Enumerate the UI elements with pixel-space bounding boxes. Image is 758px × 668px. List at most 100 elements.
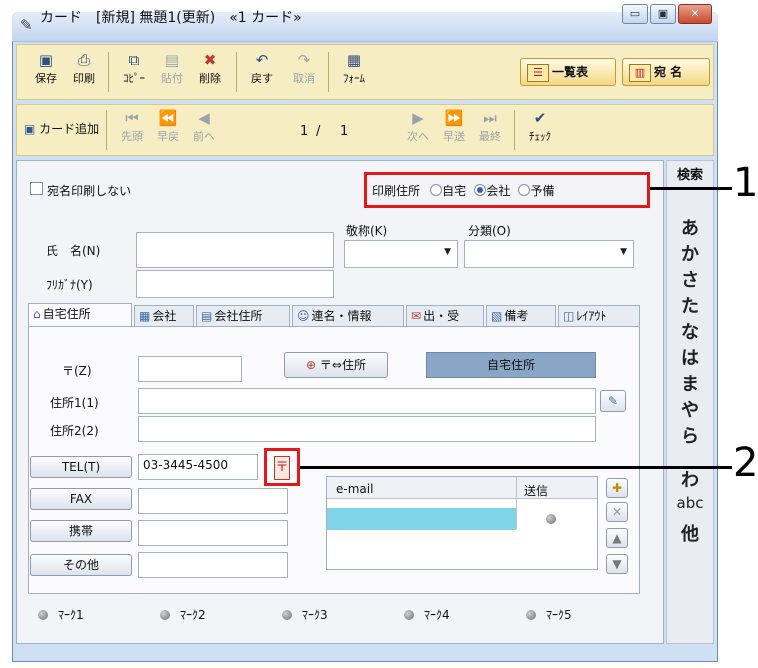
honorific-label: 敬称(K) <box>346 224 388 238</box>
delete-button[interactable]: ✖ 削除 <box>190 52 230 86</box>
tel-input[interactable]: 03-3445-4500 <box>138 454 258 480</box>
last-button[interactable]: ⏭ 最終 <box>470 110 510 144</box>
zip-label: 〒(Z) <box>62 364 92 378</box>
mark-dot-icon <box>282 610 292 620</box>
email-move-up-button[interactable]: ▲ <box>606 528 628 548</box>
building-icon: ▦ <box>139 309 151 323</box>
page-total: 1 <box>340 124 349 139</box>
address1-label: 住所1(1) <box>50 396 99 410</box>
restore-button[interactable]: ▣ <box>650 4 676 24</box>
add-card-button[interactable]: ▣ カード追加 <box>24 120 99 137</box>
list-view-button[interactable]: ☰ 一覧表 <box>520 58 616 86</box>
callout-1-line <box>650 187 732 190</box>
nav-separator <box>106 110 107 150</box>
fax-button[interactable]: FAX <box>30 488 132 510</box>
kana-index-sa[interactable]: さ <box>666 266 714 292</box>
kana-index-abc[interactable]: abc <box>666 494 714 512</box>
minimize-button[interactable]: ▭ <box>622 4 648 24</box>
tab-notes[interactable]: ▧ 備考 <box>486 305 556 327</box>
email-add-button[interactable]: ✚ <box>606 478 628 498</box>
honorific-select[interactable] <box>344 240 458 268</box>
save-button[interactable]: ▣ 保存 <box>26 52 66 86</box>
mobile-button[interactable]: 携帯 <box>30 520 132 542</box>
check-button[interactable]: ✔ ﾁｪｯｸ <box>520 110 560 144</box>
send-indicator-icon[interactable] <box>546 514 556 524</box>
search-index-button[interactable]: 検索 <box>666 164 714 183</box>
kana-index-wa[interactable]: わ <box>666 466 714 492</box>
kana-index-ya[interactable]: や <box>666 396 714 422</box>
delete-icon: ✖ <box>203 51 217 69</box>
paste-button[interactable]: ▤ 貼付 <box>152 52 192 86</box>
postbox-icon: ⊕ <box>306 358 317 372</box>
list-icon: ☰ <box>527 63 549 82</box>
other-button[interactable]: その他 <box>30 554 132 576</box>
zip-convert-button[interactable]: ⊕ 〒⇔住所 <box>284 352 388 378</box>
window-title: カード [新規] 無題1(更新) «1 カード» <box>40 10 302 26</box>
no-address-print-option[interactable]: 宛名印刷しない <box>30 182 131 199</box>
fax-input[interactable] <box>138 488 288 514</box>
fast-back-button[interactable]: ⏪ 早戻 <box>148 110 188 144</box>
email-move-down-button[interactable]: ▼ <box>606 554 628 574</box>
cancel-icon: ↷ <box>297 51 311 69</box>
print-button[interactable]: ⎙ 印刷 <box>64 52 104 86</box>
copy-button[interactable]: ⧉ ｺﾋﾟｰ <box>114 52 154 86</box>
category-select[interactable] <box>464 240 634 268</box>
toolbar-separator <box>236 52 237 92</box>
print-icon: ⎙ <box>77 51 90 69</box>
mark-5[interactable]: ﾏｰｸ5 <box>526 606 572 623</box>
furigana-label: ﾌﾘｶﾞﾅ(Y) <box>46 278 93 292</box>
fast-forward-icon: ⏩ <box>444 109 464 127</box>
mark-2[interactable]: ﾏｰｸ2 <box>160 606 206 623</box>
address-edit-button[interactable]: ✎ <box>600 390 626 412</box>
kana-index-ra[interactable]: ら <box>666 422 714 448</box>
mark-dot-icon <box>160 610 170 620</box>
no-address-print-checkbox[interactable] <box>30 182 43 195</box>
zip-input[interactable] <box>138 356 242 382</box>
x-icon: ✕ <box>611 505 623 519</box>
column-divider <box>516 477 517 529</box>
note-icon: ▧ <box>491 309 503 323</box>
mail-icon: ✉ <box>411 309 422 323</box>
tab-send-receive[interactable]: ✉ 出・受 <box>406 305 484 327</box>
prev-button[interactable]: ◀ 前へ <box>184 110 224 144</box>
close-button[interactable]: ✕ <box>678 4 712 24</box>
next-button[interactable]: ▶ 次へ <box>398 110 438 144</box>
form-icon: ▦ <box>346 51 362 69</box>
kana-index-ma[interactable]: ま <box>666 370 714 396</box>
tab-joint-info[interactable]: ☺ 連名・情報 <box>292 305 404 327</box>
name-input[interactable] <box>136 232 334 268</box>
address1-input[interactable] <box>138 388 596 414</box>
up-arrow-icon: ▲ <box>612 531 622 545</box>
cancel-button[interactable]: ↷ 取消 <box>284 52 324 86</box>
callout-1-number: 1 <box>733 160 758 206</box>
kana-index-ka[interactable]: か <box>666 240 714 266</box>
furigana-input[interactable] <box>136 270 334 298</box>
house-icon: ⌂ <box>33 307 41 321</box>
tab-home-address[interactable]: ⌂ 自宅住所 <box>28 303 132 327</box>
mark-3[interactable]: ﾏｰｸ3 <box>282 606 328 623</box>
first-button[interactable]: ⏮ 先頭 <box>112 110 152 144</box>
prev-icon: ◀ <box>198 109 210 127</box>
address2-input[interactable] <box>138 416 596 442</box>
kana-index-ha[interactable]: は <box>666 344 714 370</box>
mark-1[interactable]: ﾏｰｸ1 <box>38 606 84 623</box>
send-column-header: 送信 <box>524 484 549 498</box>
address-view-button[interactable]: ▥ 宛 名 <box>622 58 710 86</box>
mark-4[interactable]: ﾏｰｸ4 <box>404 606 450 623</box>
fast-forward-button[interactable]: ⏩ 早送 <box>434 110 474 144</box>
email-row-selected[interactable] <box>327 508 516 530</box>
tab-company[interactable]: ▦ 会社 <box>134 305 194 327</box>
address2-label: 住所2(2) <box>50 424 99 438</box>
kana-index-na[interactable]: な <box>666 318 714 344</box>
tab-layout[interactable]: ◫ ﾚｲｱｳﾄ <box>558 305 640 327</box>
form-button[interactable]: ▦ ﾌｫｰﾑ <box>334 52 374 86</box>
email-delete-button[interactable]: ✕ <box>606 502 628 522</box>
kana-index-a[interactable]: あ <box>666 214 714 240</box>
mobile-input[interactable] <box>138 520 288 546</box>
tel-button[interactable]: TEL(T) <box>30 456 132 478</box>
tab-company-address[interactable]: ▤ 会社住所 <box>196 305 290 327</box>
kana-index-other[interactable]: 他 <box>666 520 714 546</box>
kana-index-ta[interactable]: た <box>666 292 714 318</box>
other-input[interactable] <box>138 552 288 578</box>
undo-button[interactable]: ↶ 戻す <box>242 52 282 86</box>
